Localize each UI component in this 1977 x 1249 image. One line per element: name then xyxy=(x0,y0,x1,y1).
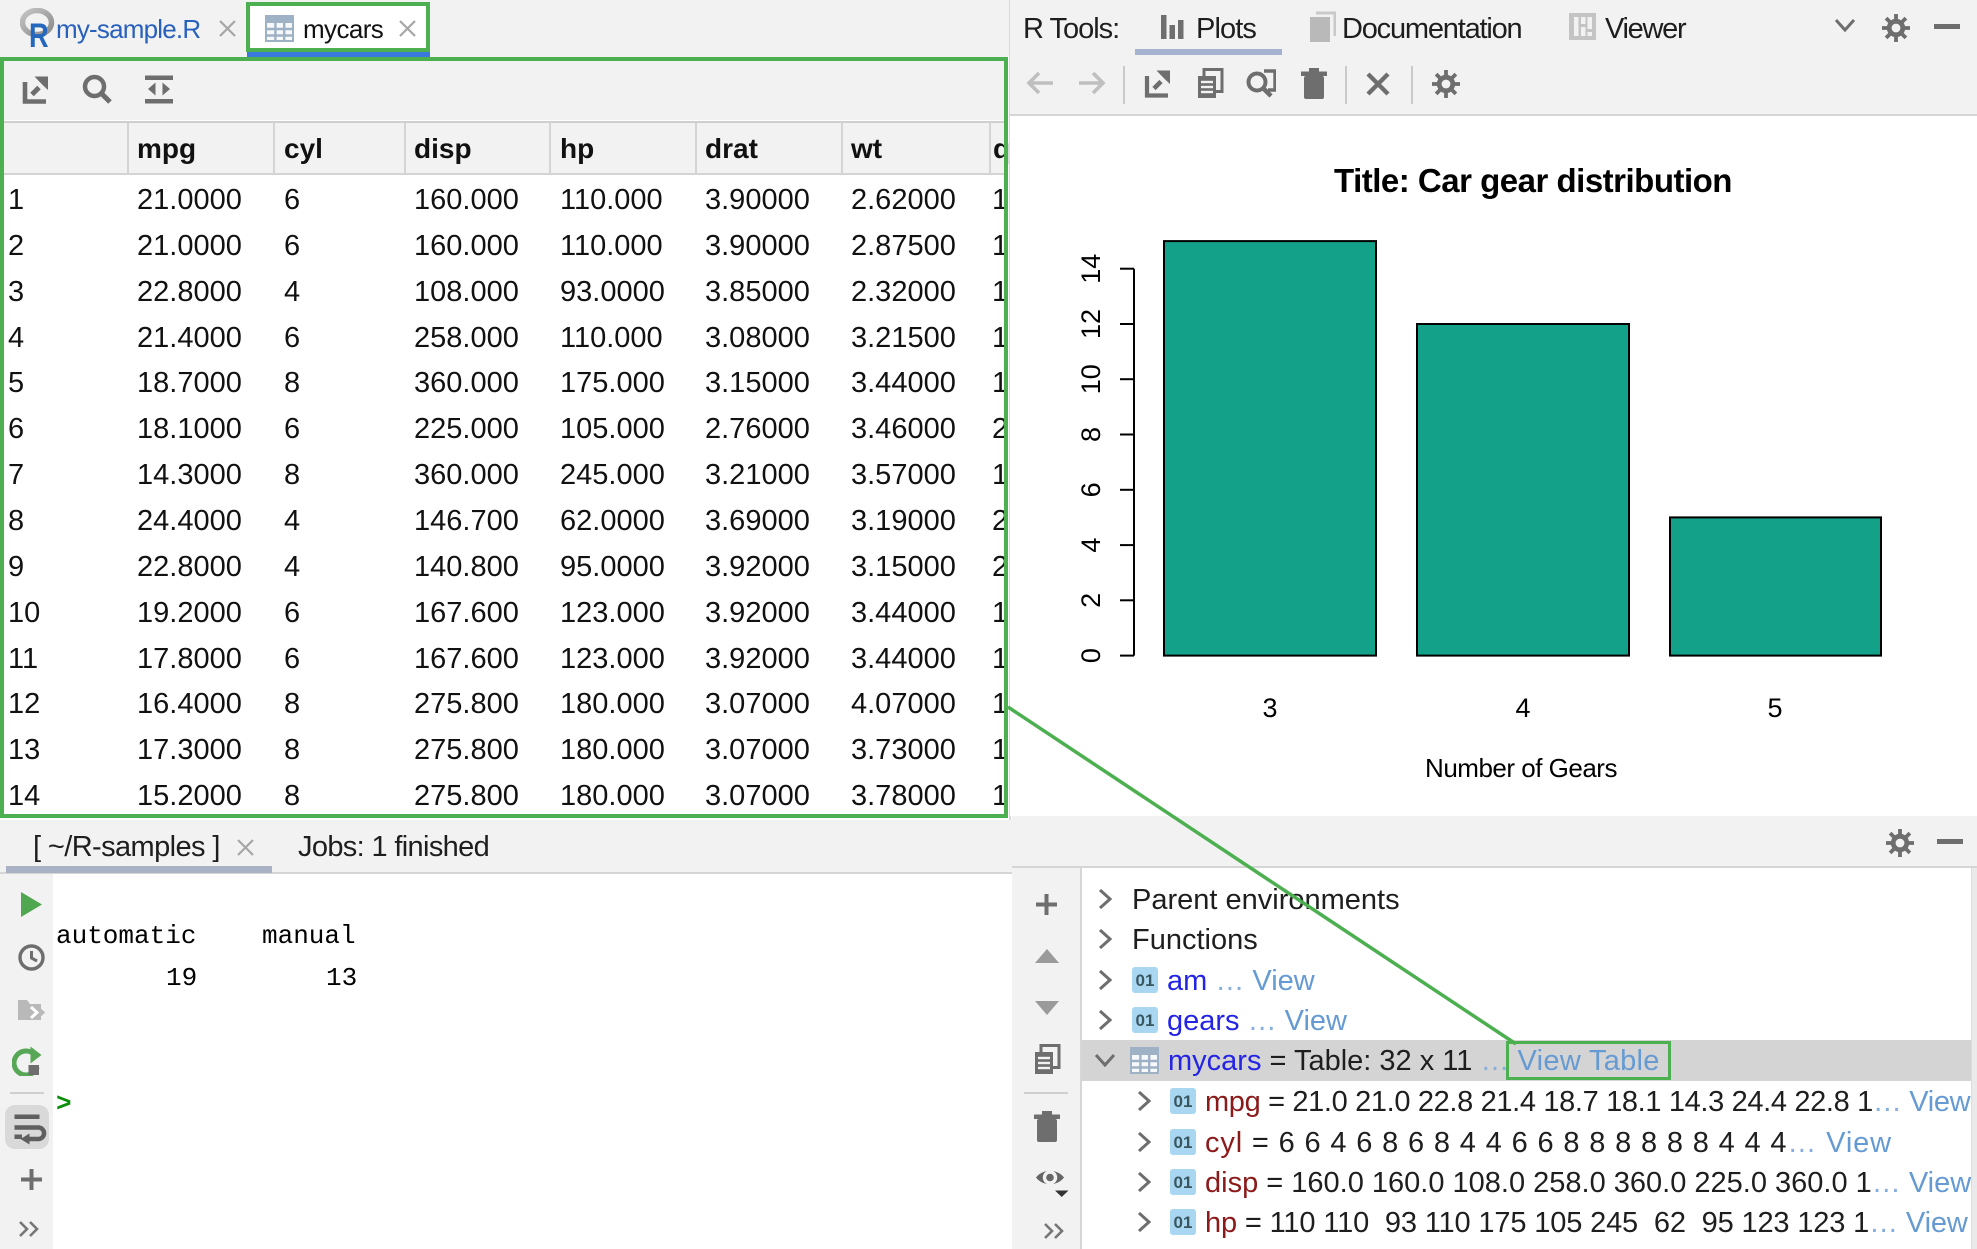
svg-text:5: 5 xyxy=(1767,693,1782,723)
svg-text:8: 8 xyxy=(1076,427,1106,442)
svg-text:4: 4 xyxy=(1076,538,1106,553)
svg-text:3: 3 xyxy=(1262,693,1277,723)
svg-text:Title: Car gear distribution: Title: Car gear distribution xyxy=(1334,162,1732,199)
svg-text:4: 4 xyxy=(1515,693,1530,723)
svg-text:6: 6 xyxy=(1076,482,1106,497)
svg-text:10: 10 xyxy=(1076,364,1106,394)
svg-text:0: 0 xyxy=(1076,648,1106,663)
svg-text:14: 14 xyxy=(1076,254,1106,284)
svg-text:R: R xyxy=(29,16,49,50)
svg-text:2: 2 xyxy=(1076,593,1106,608)
svg-text:Number of Gears: Number of Gears xyxy=(1425,753,1617,783)
svg-text:12: 12 xyxy=(1076,309,1106,339)
